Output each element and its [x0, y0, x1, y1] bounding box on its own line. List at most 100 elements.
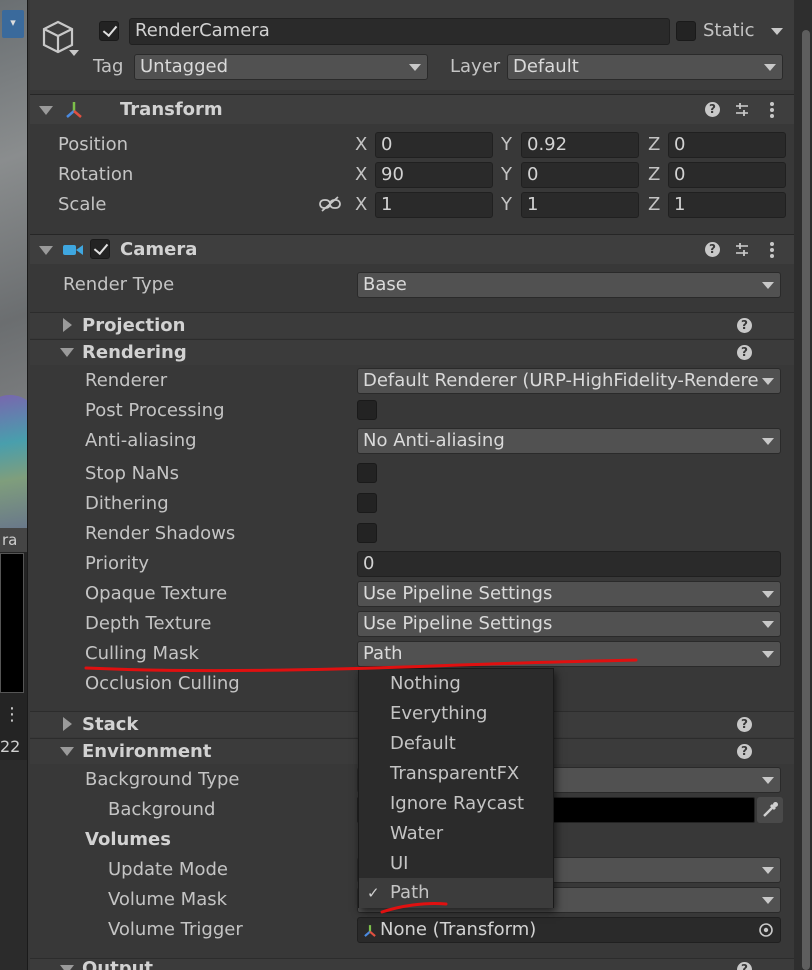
help-icon[interactable]: ? [737, 318, 752, 333]
renderer-value: Default Renderer (URP-HighFidelity-Rende… [363, 370, 759, 391]
anti-aliasing-dropdown[interactable]: No Anti-aliasing [357, 428, 781, 454]
dithering-checkbox[interactable] [357, 493, 377, 513]
object-name-field[interactable]: RenderCamera [129, 18, 670, 45]
projection-foldout[interactable]: Projection ? [30, 312, 794, 338]
position-y-axis-label[interactable]: Y [501, 133, 512, 157]
presets-icon[interactable] [734, 242, 750, 258]
position-y-field[interactable]: 0.92 [521, 132, 639, 158]
camera-header[interactable]: Camera ? [30, 234, 794, 264]
constrain-proportions-icon[interactable] [318, 195, 342, 213]
active-checkbox[interactable] [99, 21, 119, 41]
layer-label: Layer [450, 56, 501, 77]
presets-icon[interactable] [734, 102, 750, 118]
menu-item-default[interactable]: Default [359, 729, 553, 759]
rotation-z-field[interactable]: 0 [668, 162, 786, 188]
position-z-axis-label[interactable]: Z [648, 133, 660, 157]
tag-label: Tag [93, 56, 124, 77]
scale-y-field[interactable]: 1 [521, 192, 639, 218]
scale-z-axis-label[interactable]: Z [648, 193, 660, 217]
scale-x-field[interactable]: 1 [375, 192, 493, 218]
rotation-x-field[interactable]: 90 [375, 162, 493, 188]
scale-z-field[interactable]: 1 [668, 192, 786, 218]
layer-dropdown[interactable]: Default [507, 54, 783, 80]
camera-enabled-checkbox[interactable] [90, 239, 110, 259]
post-processing-checkbox[interactable] [357, 400, 377, 420]
help-icon[interactable]: ? [705, 102, 720, 117]
menu-item-water[interactable]: Water [359, 819, 553, 849]
help-icon[interactable]: ? [737, 717, 752, 732]
environment-label: Environment [82, 741, 212, 762]
chevron-down-icon [762, 591, 774, 598]
expand-triangle-icon[interactable] [63, 717, 72, 731]
volume-trigger-value: None (Transform) [380, 919, 537, 940]
position-x-axis-label[interactable]: X [355, 133, 367, 157]
render-shadows-checkbox[interactable] [357, 523, 377, 543]
strip-number: 22 [0, 737, 21, 756]
static-label: Static [703, 20, 755, 41]
object-picker-icon[interactable] [758, 922, 774, 938]
kebab-menu-icon[interactable]: ⋮ [3, 703, 21, 727]
camera-title: Camera [120, 239, 198, 260]
rendering-foldout[interactable]: Rendering ? [30, 339, 794, 365]
menu-item-nothing[interactable]: Nothing [359, 669, 553, 699]
position-z-field[interactable]: 0 [668, 132, 786, 158]
help-icon[interactable]: ? [705, 242, 720, 257]
menu-item-everything[interactable]: Everything [359, 699, 553, 729]
priority-field[interactable]: 0 [357, 551, 781, 577]
eyedropper-icon[interactable] [757, 797, 783, 823]
camera-preview-label: ra [0, 528, 27, 552]
static-dropdown-icon[interactable] [771, 28, 783, 35]
gameobject-header: RenderCamera Static Tag Untagged Layer D… [30, 0, 794, 90]
opaque-texture-value: Use Pipeline Settings [363, 583, 553, 604]
collapse-triangle-icon[interactable] [60, 747, 74, 756]
opaque-texture-label: Opaque Texture [85, 583, 228, 604]
position-x-field[interactable]: 0 [375, 132, 493, 158]
menu-item-ignore-raycast[interactable]: Ignore Raycast [359, 789, 553, 819]
menu-item-transparentfx[interactable]: TransparentFX [359, 759, 553, 789]
scene-view-strip: ▾ ra ⋮ 22 [0, 0, 28, 970]
scale-x-axis-label[interactable]: X [355, 193, 367, 217]
collapse-triangle-icon[interactable] [39, 106, 53, 115]
rotation-y-field[interactable]: 0 [521, 162, 639, 188]
stop-nans-checkbox[interactable] [357, 463, 377, 483]
collapse-triangle-icon[interactable] [60, 348, 74, 357]
help-icon[interactable]: ? [737, 962, 752, 970]
camera-preview [0, 553, 24, 693]
collapse-triangle-icon[interactable] [39, 246, 53, 255]
occlusion-culling-label: Occlusion Culling [85, 673, 240, 694]
depth-texture-dropdown[interactable]: Use Pipeline Settings [357, 611, 781, 637]
scene-view-background [0, 0, 27, 535]
help-icon[interactable]: ? [737, 744, 752, 759]
chevron-down-icon [762, 777, 774, 784]
chevron-down-icon[interactable] [69, 50, 79, 56]
component-menu-icon[interactable] [770, 242, 774, 258]
volume-trigger-field[interactable]: None (Transform) [357, 917, 781, 943]
layer-value: Default [513, 56, 579, 77]
render-type-dropdown[interactable]: Base [357, 272, 781, 298]
collapse-triangle-icon[interactable] [60, 965, 74, 970]
menu-item-ui[interactable]: UI [359, 849, 553, 879]
rotation-x-axis-label[interactable]: X [355, 163, 367, 187]
rotation-z-axis-label[interactable]: Z [648, 163, 660, 187]
menu-item-path[interactable]: ✓ Path [359, 878, 553, 908]
static-checkbox[interactable] [676, 21, 696, 41]
scene-dropdown-button[interactable]: ▾ [2, 10, 24, 38]
stack-label: Stack [82, 714, 139, 735]
output-foldout[interactable]: Output ? [30, 958, 794, 970]
help-icon[interactable]: ? [737, 345, 752, 360]
transform-icon [364, 925, 376, 937]
culling-mask-dropdown[interactable]: Path [357, 641, 781, 667]
volume-mask-label: Volume Mask [108, 889, 228, 910]
renderer-label: Renderer [85, 370, 168, 391]
strip-lower-panel [0, 760, 27, 970]
scrollbar-thumb[interactable] [802, 30, 810, 970]
opaque-texture-dropdown[interactable]: Use Pipeline Settings [357, 581, 781, 607]
scale-y-axis-label[interactable]: Y [501, 193, 512, 217]
rotation-label: Rotation [58, 164, 134, 185]
rotation-y-axis-label[interactable]: Y [501, 163, 512, 187]
renderer-dropdown[interactable]: Default Renderer (URP-HighFidelity-Rende… [357, 368, 781, 394]
expand-triangle-icon[interactable] [63, 318, 72, 332]
tag-dropdown[interactable]: Untagged [134, 54, 428, 80]
component-menu-icon[interactable] [770, 102, 774, 118]
transform-header[interactable]: Transform ? [30, 94, 794, 124]
